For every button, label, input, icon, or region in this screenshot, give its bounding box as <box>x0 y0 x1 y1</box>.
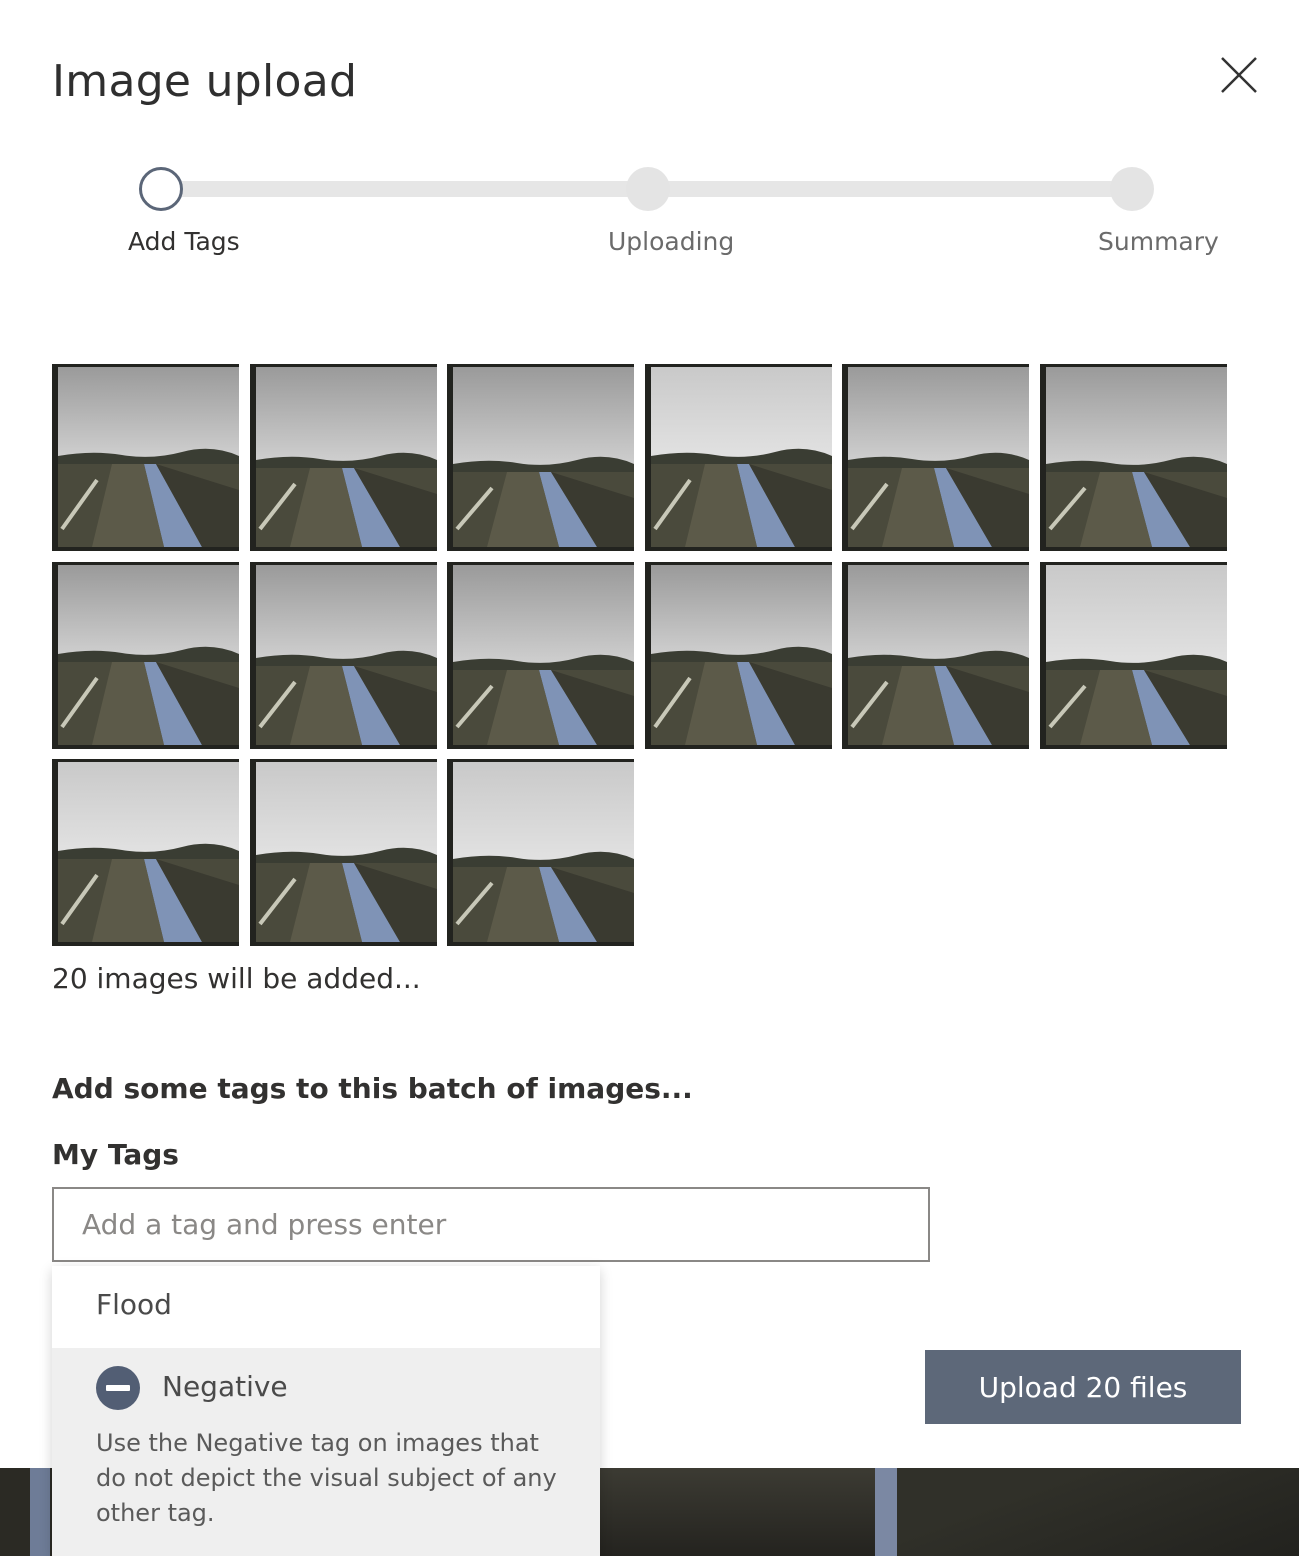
image-thumbnail <box>644 364 832 551</box>
image-thumbnail <box>842 364 1029 551</box>
suggestion-item-flood[interactable]: Flood <box>52 1266 600 1348</box>
step-label-summary: Summary <box>1098 227 1219 256</box>
image-thumbnail <box>447 364 634 551</box>
image-thumbnail <box>1039 561 1227 749</box>
close-button[interactable] <box>1216 52 1262 98</box>
image-thumbnail <box>644 561 832 749</box>
step-label-add-tags: Add Tags <box>128 227 240 256</box>
suggestion-label-flood: Flood <box>96 1288 172 1321</box>
image-thumbnail <box>52 759 239 946</box>
step-indicator-add-tags <box>139 167 183 211</box>
minus-circle-icon <box>96 1366 140 1410</box>
image-thumbnail <box>1039 364 1227 551</box>
image-count-text: 20 images will be added... <box>52 962 421 995</box>
tag-input[interactable] <box>52 1187 930 1262</box>
tags-section-title: Add some tags to this batch of images... <box>52 1072 693 1105</box>
suggestion-item-negative[interactable]: Negative Use the Negative tag on images … <box>52 1348 600 1556</box>
step-indicator-summary <box>1110 167 1154 211</box>
image-thumbnail <box>52 364 239 551</box>
step-indicator-uploading <box>626 167 670 211</box>
image-thumbnail <box>447 759 634 946</box>
negative-tag-description: Use the Negative tag on images that do n… <box>96 1429 557 1527</box>
tag-suggestions-dropdown: Flood Negative Use the Negative tag on i… <box>52 1266 600 1556</box>
suggestion-label-negative: Negative <box>162 1370 288 1403</box>
step-label-uploading: Uploading <box>608 227 735 256</box>
image-thumbnail <box>249 561 437 749</box>
image-thumbnail <box>447 561 634 749</box>
image-thumbnail <box>842 561 1029 749</box>
image-thumbnail <box>52 561 239 749</box>
close-icon <box>1221 57 1257 93</box>
dialog-title: Image upload <box>52 56 358 107</box>
my-tags-label: My Tags <box>52 1138 179 1171</box>
image-thumbnail <box>249 759 437 946</box>
upload-files-button[interactable]: Upload 20 files <box>925 1350 1241 1424</box>
image-thumbnail <box>249 364 437 551</box>
